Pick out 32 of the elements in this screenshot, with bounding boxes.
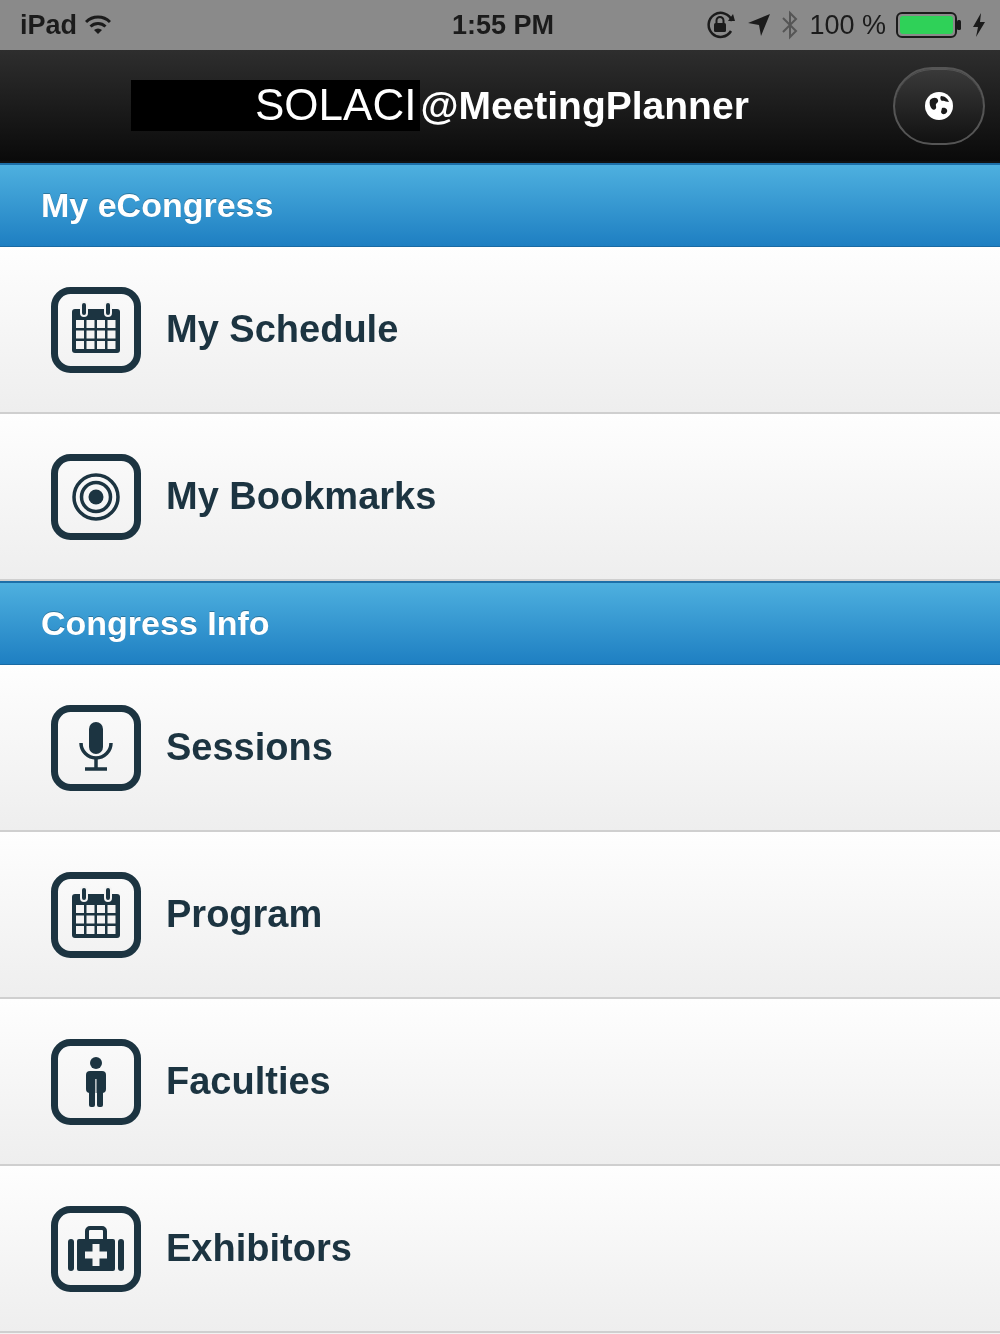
menu-item-label: My Schedule [166,308,399,351]
menu-item-label: Program [166,893,323,936]
section-title: Congress Info [41,604,270,643]
menu-item-label: Sessions [166,726,333,769]
app-title: @MeetingPlanner [420,83,749,128]
calendar-icon [51,286,141,373]
battery-percentage: 100 % [809,9,886,41]
microphone-icon [51,704,141,791]
menu-item-label: Faculties [166,1060,331,1103]
rotation-lock-icon [705,11,738,39]
battery-icon [896,12,962,38]
medical-kit-icon [51,1205,141,1292]
menu-item[interactable]: My Schedule [0,247,1000,414]
menu-item[interactable]: Faculties [0,999,1000,1166]
menu-item[interactable]: Program [0,832,1000,999]
bluetooth-icon [781,10,800,40]
wifi-icon [85,15,112,35]
globe-icon [924,90,954,121]
person-icon [51,1038,141,1125]
charging-bolt-icon [972,13,986,37]
location-arrow-icon [747,13,772,37]
menu-item-label: Exhibitors [166,1227,352,1270]
menu-item[interactable]: My Bookmarks [0,414,1000,581]
section-title: My eCongress [41,186,274,225]
menu-item[interactable]: Exhibitors [0,1166,1000,1333]
app-name-highlight: SOLACI [131,80,421,131]
menu-item-label: My Bookmarks [166,475,437,518]
device-name: iPad [20,9,78,41]
target-icon [51,453,141,540]
menu-item[interactable]: Sessions [0,665,1000,832]
calendar-icon [51,871,141,958]
status-time: 1:55 PM [451,9,554,41]
